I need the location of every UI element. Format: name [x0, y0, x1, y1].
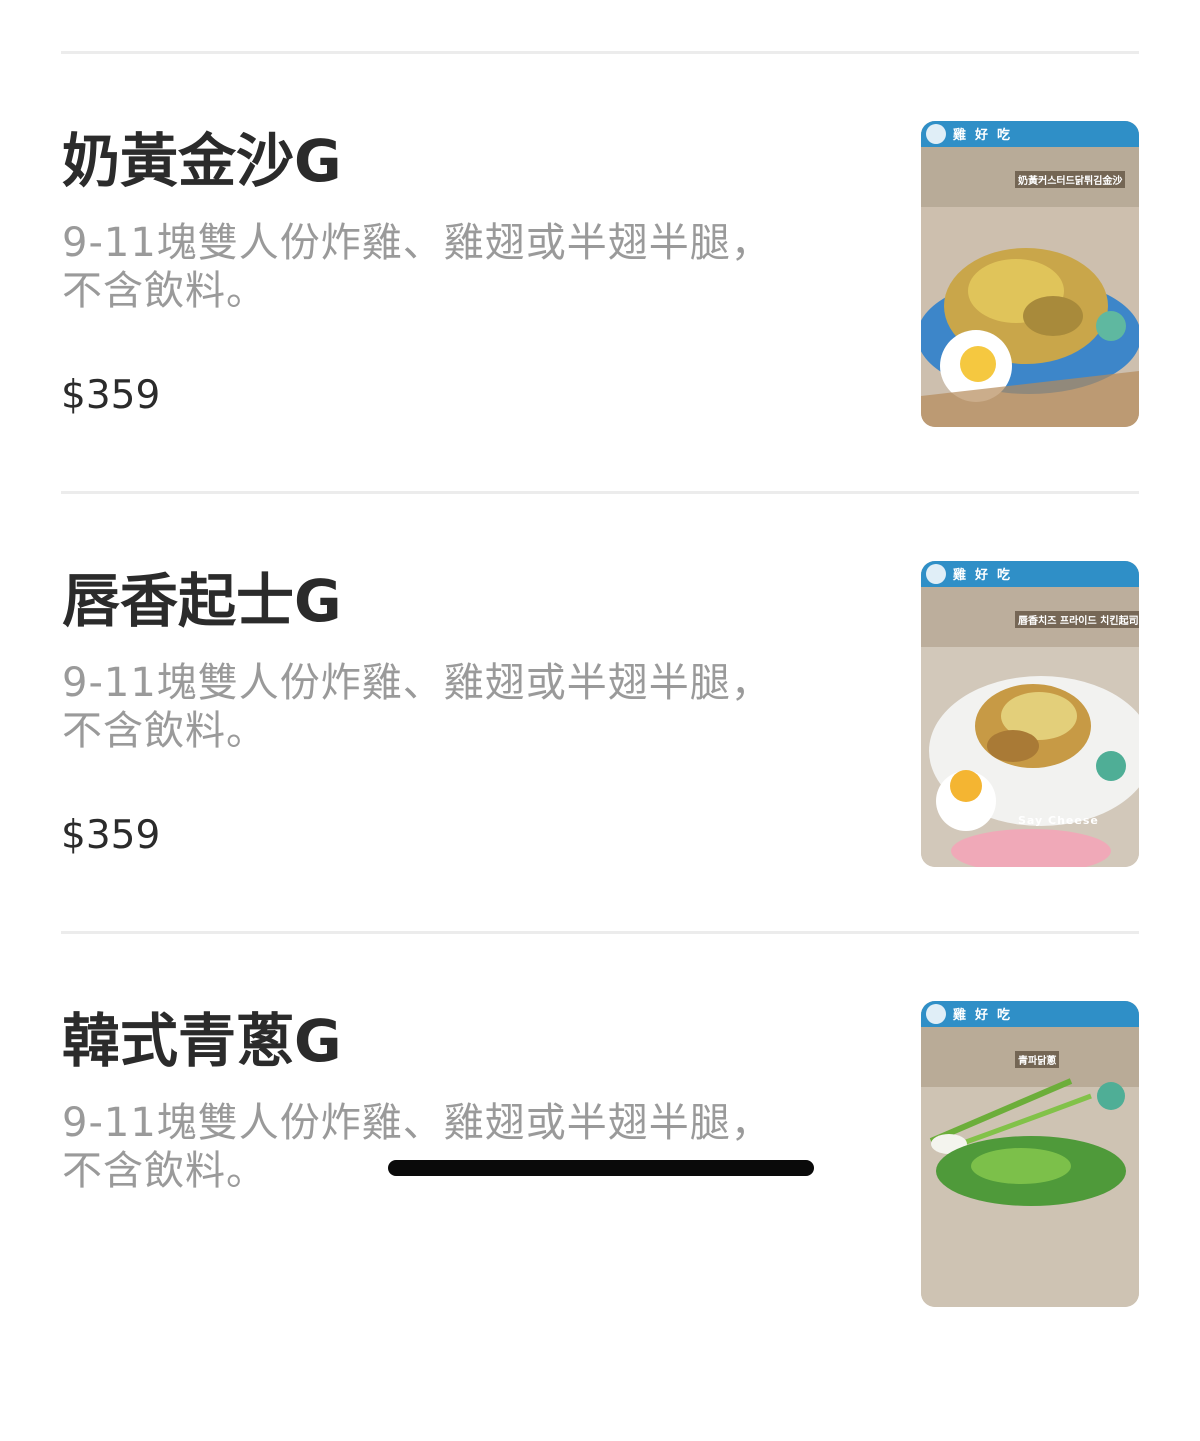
photo-brand-text: 雞好吃: [953, 568, 1020, 583]
item-photo[interactable]: 雞好吃 唇香치즈 프라이드 치킨起司 Say Cheese: [921, 561, 1139, 867]
item-title: 韓式青蔥G: [62, 1007, 342, 1075]
photo-caption: 唇香치즈 프라이드 치킨起司: [1015, 611, 1139, 628]
menu-item[interactable]: 唇香起士G 9-11塊雙人份炸雞、雞翅或半翅半腿，不含飲料。 $359 雞好吃 …: [0, 561, 1200, 1001]
item-price: $359: [61, 373, 161, 418]
food-photo-image: [921, 121, 1139, 427]
item-photo[interactable]: 雞好吃 奶黃커스터드닭튀김金沙: [921, 121, 1139, 427]
divider: [61, 51, 1139, 54]
item-title: 唇香起士G: [62, 567, 342, 635]
photo-note: Say Cheese: [1018, 814, 1099, 827]
photo-caption: 奶黃커스터드닭튀김金沙: [1015, 171, 1126, 188]
menu-item[interactable]: 韓式青蔥G 9-11塊雙人份炸雞、雞翅或半翅半腿，不含飲料。 雞好吃 青파닭蔥: [0, 1001, 1200, 1441]
photo-brand-text: 雞好吃: [953, 1008, 1020, 1023]
food-photo-image: [921, 1001, 1139, 1307]
home-indicator[interactable]: [388, 1160, 814, 1176]
item-price: $359: [61, 813, 161, 858]
item-title: 奶黃金沙G: [62, 127, 342, 195]
divider: [61, 491, 1139, 494]
photo-brand-text: 雞好吃: [953, 128, 1020, 143]
item-description: 9-11塊雙人份炸雞、雞翅或半翅半腿，不含飲料。: [62, 1100, 772, 1194]
item-description: 9-11塊雙人份炸雞、雞翅或半翅半腿，不含飲料。: [62, 660, 772, 754]
photo-caption: 青파닭蔥: [1015, 1051, 1060, 1068]
item-photo[interactable]: 雞好吃 青파닭蔥: [921, 1001, 1139, 1307]
menu-item[interactable]: 奶黃金沙G 9-11塊雙人份炸雞、雞翅或半翅半腿，不含飲料。 $359 雞好吃 …: [0, 121, 1200, 561]
divider: [61, 931, 1139, 934]
item-description: 9-11塊雙人份炸雞、雞翅或半翅半腿，不含飲料。: [62, 220, 772, 314]
